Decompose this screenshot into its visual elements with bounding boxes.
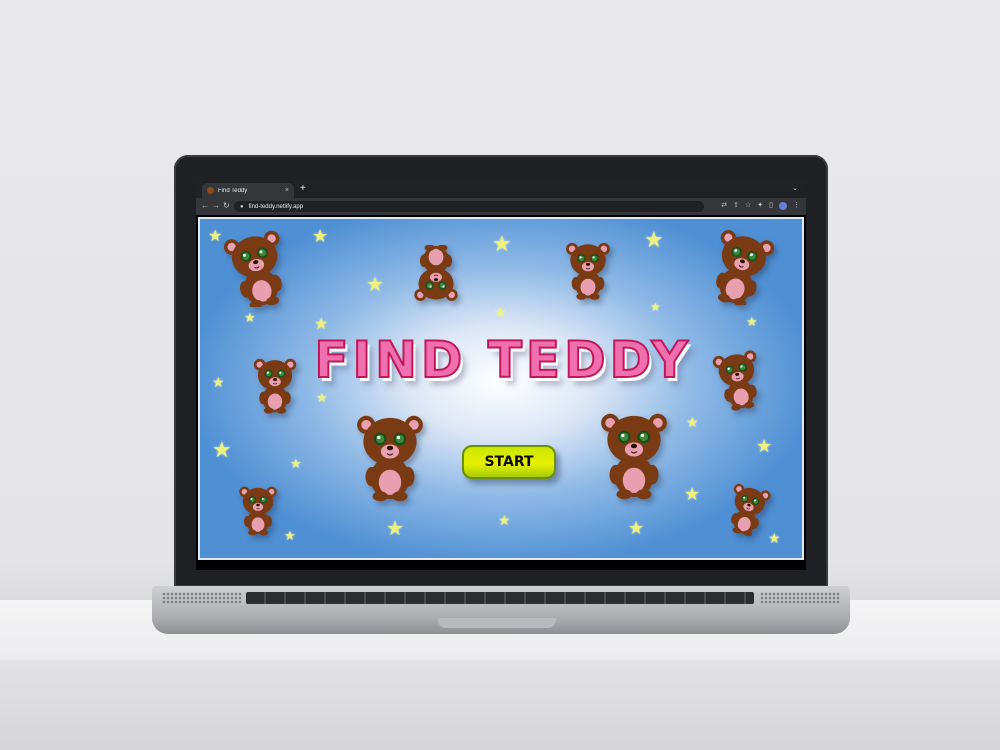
- translate-icon[interactable]: ⇄: [721, 201, 727, 211]
- star-icon: ★: [628, 518, 645, 538]
- star-icon[interactable]: ☆: [745, 201, 751, 211]
- star-icon: ★: [684, 484, 701, 504]
- star-icon: ★: [498, 512, 511, 528]
- url-text: find-teddy.netlify.app: [248, 203, 304, 210]
- star-icon: ★: [686, 414, 699, 430]
- star-icon: ★: [316, 390, 328, 405]
- teddy-bear-icon: [716, 230, 775, 305]
- chevron-down-icon[interactable]: ⌄: [792, 184, 798, 192]
- game-title: FIND TEDDY: [313, 330, 692, 390]
- shelf-front: [0, 660, 1000, 750]
- teddy-bear-icon: [239, 486, 277, 536]
- teddy-bear-icon: [566, 242, 610, 300]
- keyboard: [246, 592, 754, 604]
- share-icon[interactable]: ⇪: [733, 201, 739, 211]
- left-speaker: [162, 592, 242, 604]
- address-bar[interactable]: ● find-teddy.netlify.app: [234, 201, 704, 212]
- forward-arrow-icon[interactable]: →: [212, 201, 220, 211]
- reload-icon[interactable]: ↻: [223, 201, 230, 211]
- teddy-bear-icon: [223, 230, 282, 307]
- right-speaker: [760, 592, 840, 604]
- star-icon: ★: [366, 274, 384, 296]
- star-icon: ★: [644, 227, 664, 252]
- star-icon: ★: [284, 528, 296, 543]
- star-icon: ★: [494, 304, 507, 320]
- extensions-icon[interactable]: ✦: [757, 201, 763, 211]
- star-icon: ★: [212, 437, 232, 462]
- game-page: ★ ★ ★ ★ ★ ★ ★ ★ ★ ★ ★ ★ ★ ★ ★ ★ ★ ★ ★ ★ …: [198, 217, 804, 560]
- tab-title: Find Teddy: [218, 187, 248, 194]
- tab-strip: Find Teddy × + ⌄: [196, 180, 806, 198]
- teddy-bear-icon: [731, 483, 771, 537]
- profile-icon[interactable]: [779, 202, 787, 210]
- start-button[interactable]: START: [462, 445, 556, 479]
- star-icon: ★: [386, 518, 404, 540]
- star-icon: ★: [290, 456, 302, 471]
- bear-favicon-icon: [207, 187, 214, 194]
- laptop-screen: Find Teddy × + ⌄ ← → ↻ ● find-teddy.netl…: [196, 180, 806, 570]
- star-icon: ★: [492, 231, 512, 256]
- new-tab-button[interactable]: +: [300, 183, 306, 195]
- tab-find-teddy[interactable]: Find Teddy ×: [202, 183, 294, 198]
- browser-toolbar: ← → ↻ ● find-teddy.netlify.app ⇄ ⇪ ☆ ✦ ▯…: [196, 198, 806, 215]
- star-icon: ★: [312, 226, 329, 246]
- teddy-bear-icon: [601, 413, 667, 500]
- sidebar-icon[interactable]: ▯: [769, 201, 773, 211]
- lid-notch: [438, 618, 556, 628]
- toolbar-icons: ⇄ ⇪ ☆ ✦ ▯ ⋮: [721, 201, 800, 211]
- star-icon: ★: [756, 436, 773, 456]
- back-arrow-icon[interactable]: ←: [201, 201, 209, 211]
- close-icon[interactable]: ×: [285, 187, 289, 194]
- star-icon: ★: [746, 314, 758, 329]
- lock-icon: ●: [240, 203, 244, 210]
- teddy-bear-icon: [414, 245, 458, 301]
- star-icon: ★: [244, 310, 256, 325]
- teddy-bear-icon: [357, 415, 423, 502]
- star-icon: ★: [650, 300, 661, 314]
- menu-icon[interactable]: ⋮: [793, 201, 800, 211]
